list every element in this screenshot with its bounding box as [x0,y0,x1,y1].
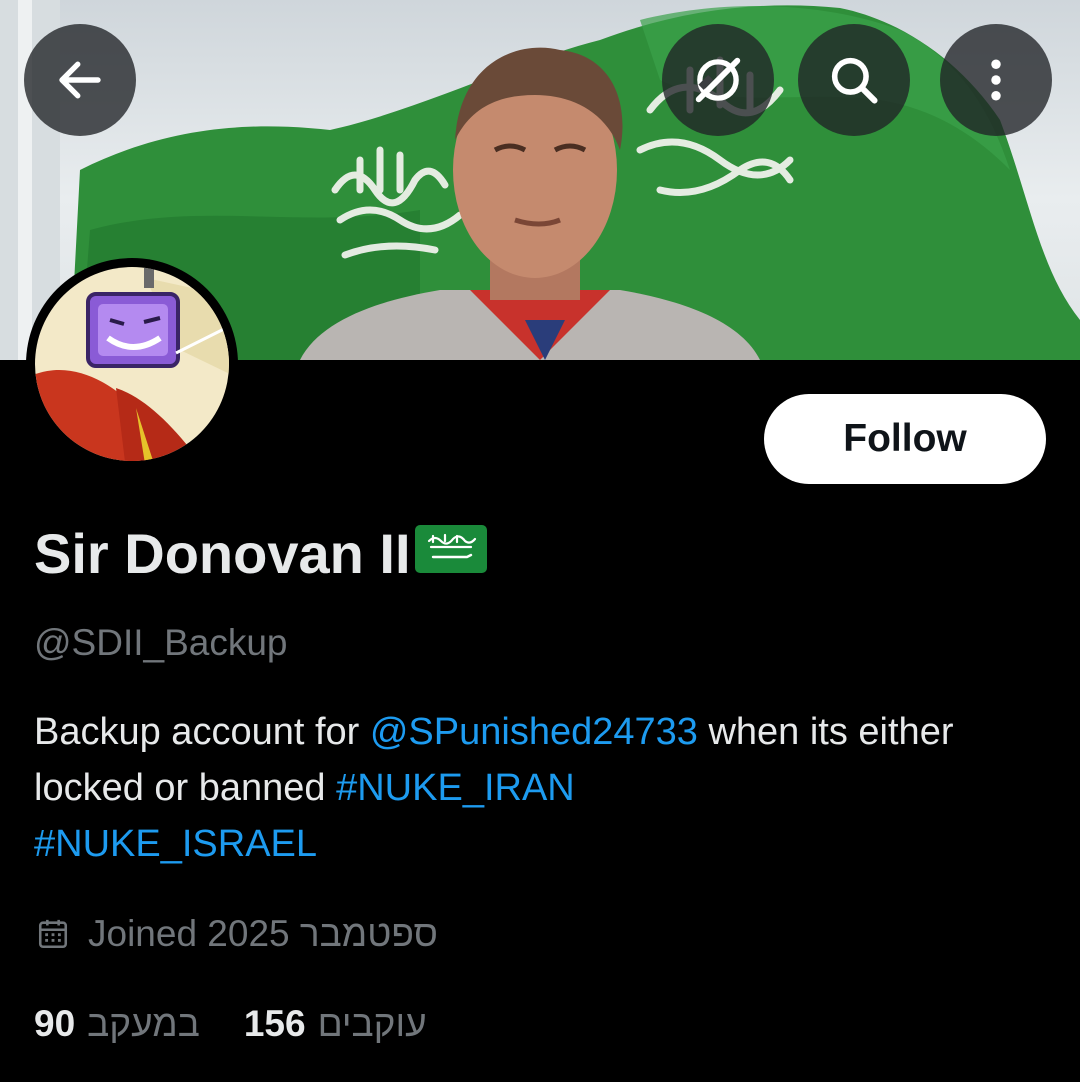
back-arrow-icon [59,61,101,99]
joined-text: Joined 2025 ספטמבר [88,913,438,954]
calendar-icon [38,919,68,949]
hashtag-link[interactable]: #NUKE_ISRAEL [34,823,317,865]
search-button[interactable] [798,24,910,136]
bio-text: Backup account for [34,711,370,753]
follow-button[interactable]: Follow [764,394,1046,484]
following-count: 90 [34,1003,76,1044]
avatar-image [35,267,229,461]
handle: @SDII_Backup [34,622,288,663]
mention-link[interactable]: @SPunished24733 [370,711,698,753]
more-vertical-icon [991,59,1001,101]
following-stat[interactable]: 90 במעקב [34,1003,200,1045]
search-icon [831,57,878,104]
saudi-flag-emoji [414,521,487,586]
grok-icon [695,57,741,103]
avatar[interactable] [26,258,238,470]
followers-count: 156 [243,1003,306,1044]
followers-label: עוקבים [317,1003,427,1044]
hashtag-link[interactable]: #NUKE_IRAN [336,767,575,809]
following-label: במעקב [87,1003,200,1044]
more-options-button[interactable] [940,24,1052,136]
back-button[interactable] [24,24,136,136]
display-name: Sir Donovan II [34,521,411,585]
followers-stat[interactable]: 156 עוקבים [244,1003,427,1045]
follow-stats: 90 במעקב 156 עוקבים [34,994,427,1054]
joined-row: Joined 2025 ספטמבר [36,906,438,962]
display-name-row: Sir Donovan II [34,520,487,586]
grok-button[interactable] [662,24,774,136]
bio: Backup account for @SPunished24733 when … [34,704,1044,872]
